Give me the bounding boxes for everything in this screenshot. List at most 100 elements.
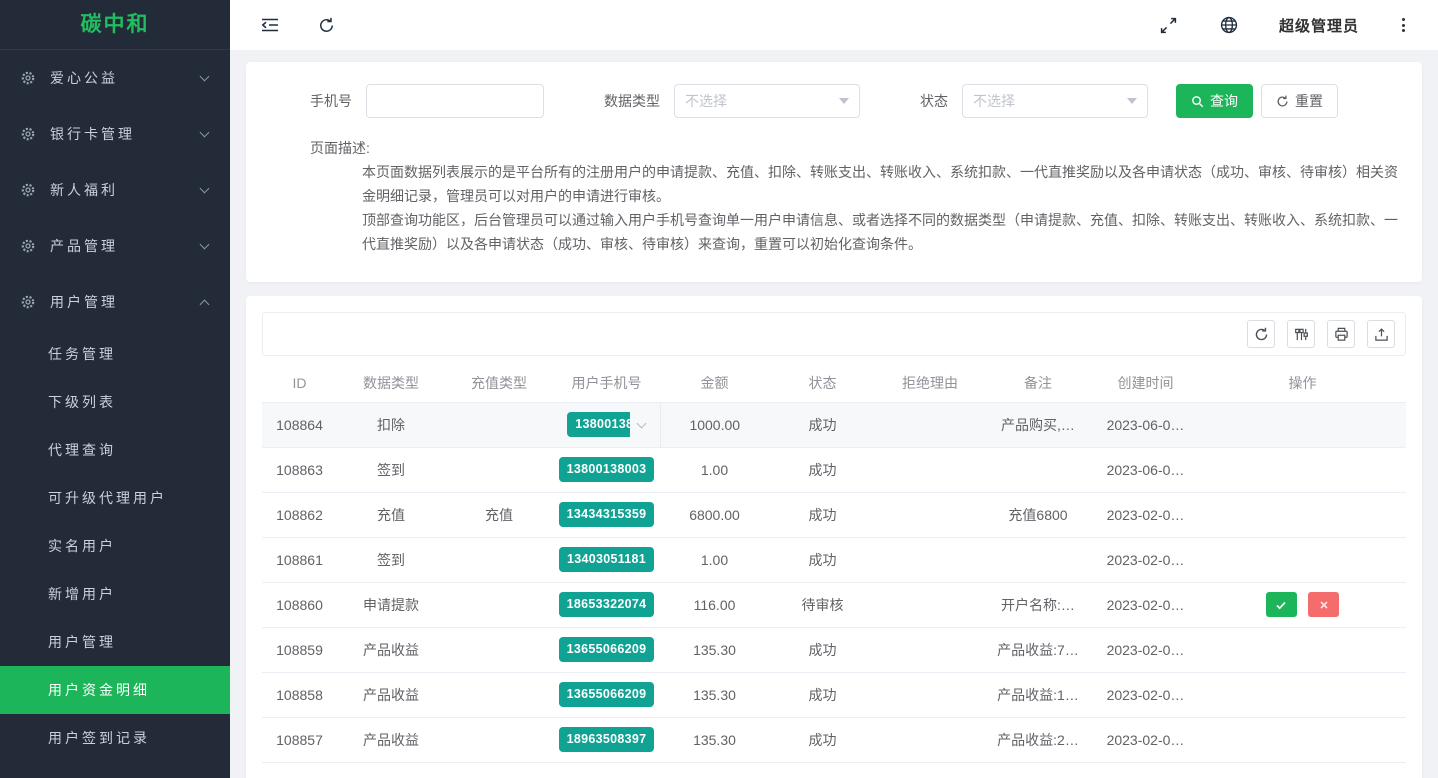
cell-phone: 13800138003: [553, 447, 660, 492]
cell-created: 2023-02-0…: [1092, 627, 1199, 672]
fullscreen-icon[interactable]: [1159, 15, 1179, 35]
cell-phone: 13434315359: [553, 492, 660, 537]
cell-created: 2023-02-0…: [1092, 537, 1199, 582]
chevron-down-icon: [200, 72, 210, 82]
cell-id: 108857: [262, 717, 337, 762]
phone-badge[interactable]: 13800138003: [559, 457, 655, 482]
table-row: 108863 签到 13800138003 1.00 成功 2023-06-0…: [262, 447, 1406, 492]
cell-created: 2023-02-0…: [1092, 672, 1199, 717]
reset-button[interactable]: 重置: [1261, 84, 1338, 118]
table-refresh-button[interactable]: [1247, 320, 1275, 348]
cell-phone: 13403051181: [553, 537, 660, 582]
sidebar-subitem-task-management[interactable]: 任务管理: [0, 330, 230, 378]
phone-badge[interactable]: 13655066209: [559, 682, 655, 707]
reset-icon: [1276, 95, 1289, 108]
columns-filter-icon: [1294, 327, 1309, 342]
cell-status: 成功: [769, 402, 876, 447]
sidebar-subitem-upgradable-agents[interactable]: 可升级代理用户: [0, 474, 230, 522]
column-header-phone: 用户手机号: [553, 364, 660, 402]
search-button[interactable]: 查询: [1176, 84, 1253, 118]
data-type-select[interactable]: 不选择: [674, 84, 860, 118]
phone-badge[interactable]: 18963508397: [559, 727, 655, 752]
cell-data-type: 签到: [337, 447, 445, 492]
cell-id: 108860: [262, 582, 337, 627]
phone-badge[interactable]: 138001380: [567, 412, 630, 437]
cell-remark: 开户名称:…: [984, 582, 1092, 627]
more-options-icon[interactable]: [1399, 15, 1408, 35]
cell-data-type: 充值: [337, 492, 445, 537]
phone-badge[interactable]: 13403051181: [559, 547, 654, 572]
cell-actions: [1199, 402, 1406, 447]
phone-filter-input[interactable]: [366, 84, 544, 118]
sidebar-subitem-user-management[interactable]: 用户管理: [0, 618, 230, 666]
sidebar-subitem-realname-users[interactable]: 实名用户: [0, 522, 230, 570]
column-header-id: ID: [262, 364, 337, 402]
reject-button[interactable]: [1308, 592, 1339, 617]
cell-status: 成功: [769, 717, 876, 762]
table-columns-button[interactable]: [1287, 320, 1315, 348]
search-button-label: 查询: [1210, 91, 1238, 111]
cell-data-type: 申请提款: [337, 582, 445, 627]
page-description: 页面描述: 本页面数据列表展示的是平台所有的注册用户的申请提款、充值、扣除、转账…: [310, 136, 1408, 256]
phone-badge[interactable]: 13655066209: [559, 637, 655, 662]
status-select[interactable]: 不选择: [962, 84, 1148, 118]
cell-reject-reason: [876, 447, 984, 492]
cell-recharge-type: [445, 447, 553, 492]
cell-data-type: 产品收益: [337, 672, 445, 717]
column-header-recharge-type: 充值类型: [445, 364, 553, 402]
gear-icon: [20, 238, 36, 254]
cell-reject-reason: [876, 402, 984, 447]
cell-recharge-type: [445, 402, 553, 447]
cell-reject-reason: [876, 717, 984, 762]
approve-button[interactable]: [1266, 592, 1297, 617]
phone-badge[interactable]: 18653322074: [559, 592, 655, 617]
table-row: 108864 扣除 138001380 1000.00 成功 产品购买,… 20…: [262, 402, 1406, 447]
cell-id: 108858: [262, 672, 337, 717]
sidebar-item-product[interactable]: 产品管理: [0, 218, 230, 274]
cell-recharge-type: [445, 627, 553, 672]
cell-amount: 135.30: [660, 717, 769, 762]
cell-data-type: 签到: [337, 537, 445, 582]
cell-amount: 116.00: [660, 582, 769, 627]
status-filter-label: 状态: [920, 91, 948, 111]
sidebar-subitem-new-users[interactable]: 新增用户: [0, 570, 230, 618]
sidebar-item-user-management[interactable]: 用户管理: [0, 274, 230, 330]
column-header-reject-reason: 拒绝理由: [876, 364, 984, 402]
column-header-actions: 操作: [1199, 364, 1406, 402]
cell-recharge-type: 充值: [445, 492, 553, 537]
printer-icon: [1334, 327, 1349, 342]
sidebar-item-charity[interactable]: 爱心公益: [0, 50, 230, 106]
admin-user-menu[interactable]: 超级管理员: [1279, 15, 1359, 36]
expand-row-icon[interactable]: [637, 418, 647, 428]
sidebar-item-newcomer[interactable]: 新人福利: [0, 162, 230, 218]
language-globe-icon[interactable]: [1219, 15, 1239, 35]
page-description-title: 页面描述:: [310, 136, 1408, 160]
export-icon: [1374, 327, 1389, 342]
cell-status: 成功: [769, 492, 876, 537]
reset-button-label: 重置: [1295, 91, 1323, 111]
cell-data-type: 产品收益: [337, 627, 445, 672]
refresh-icon: [1254, 327, 1269, 342]
cell-amount: 1.00: [660, 447, 769, 492]
cell-id: 108861: [262, 537, 337, 582]
cell-phone: 18963508397: [553, 717, 660, 762]
table-header-row: ID 数据类型 充值类型 用户手机号 金额 状态 拒绝理由 备注 创建时间 操作: [262, 364, 1406, 402]
cell-amount: 1.00: [660, 537, 769, 582]
sidebar-subitem-user-funds-detail[interactable]: 用户资金明细: [0, 666, 230, 714]
cell-created: 2023-06-0…: [1092, 447, 1199, 492]
cell-reject-reason: [876, 627, 984, 672]
collapse-menu-icon[interactable]: [260, 15, 280, 35]
cell-data-type: 扣除: [337, 402, 445, 447]
sidebar-item-bank-card[interactable]: 银行卡管理: [0, 106, 230, 162]
table-row: 108857 产品收益 18963508397 135.30 成功 产品收益:2…: [262, 717, 1406, 762]
phone-badge[interactable]: 13434315359: [559, 502, 655, 527]
chevron-down-icon: [200, 184, 210, 194]
table-export-button[interactable]: [1367, 320, 1395, 348]
sidebar-subitem-subordinate-list[interactable]: 下级列表: [0, 378, 230, 426]
sidebar-subitem-signin-records[interactable]: 用户签到记录: [0, 714, 230, 762]
cell-created: 2023-02-0…: [1092, 717, 1199, 762]
refresh-icon[interactable]: [316, 15, 336, 35]
sidebar-subitem-agent-query[interactable]: 代理查询: [0, 426, 230, 474]
cell-phone: 138001380: [553, 402, 660, 447]
table-print-button[interactable]: [1327, 320, 1355, 348]
